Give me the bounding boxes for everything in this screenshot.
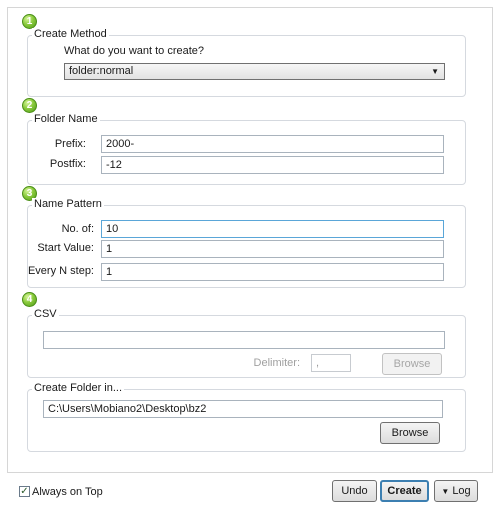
create-button[interactable]: Create [380,480,429,502]
delimiter-label: Delimiter: [253,357,300,369]
name-pattern-legend: Name Pattern [32,198,104,211]
step-4-badge: 4 [22,292,37,307]
start-value-label: Start Value: [37,242,94,254]
create-folder-in-legend: Create Folder in... [32,382,125,395]
target-folder-browse-button[interactable]: Browse [380,422,440,444]
no-of-label: No. of: [61,223,94,235]
prefix-input[interactable]: 2000- [101,135,444,153]
no-of-input[interactable]: 10 [101,220,444,238]
always-on-top-checkbox[interactable]: ✓ [19,486,30,497]
csv-browse-button[interactable]: Browse [382,353,442,375]
step-1-badge: 1 [22,14,37,29]
log-button-label: Log [452,485,471,497]
csv-legend: CSV [32,308,59,321]
target-folder-input[interactable]: C:\Users\Mobiano2\Desktop\bz2 [43,400,443,418]
postfix-label: Postfix: [49,158,86,170]
step-2-badge: 2 [22,98,37,113]
start-value-input[interactable]: 1 [101,240,444,258]
every-n-step-input[interactable]: 1 [101,263,444,281]
create-method-selected-value: folder:normal [69,65,134,77]
checkmark-icon: ✓ [20,486,29,497]
undo-button[interactable]: Undo [332,480,377,502]
every-n-step-label: Every N step: [27,265,94,277]
log-dropdown-icon: ▼ [441,487,450,496]
folder-name-legend: Folder Name [32,113,100,126]
dropdown-arrow-icon: ▼ [431,67,439,76]
always-on-top-label: Always on Top [32,486,103,498]
create-method-legend: Create Method [32,28,109,41]
postfix-input[interactable]: -12 [101,156,444,174]
delimiter-input[interactable]: , [311,354,351,372]
create-method-select[interactable]: folder:normal ▼ [64,63,445,80]
log-button[interactable]: ▼ Log [434,480,478,502]
create-method-question: What do you want to create? [64,45,205,57]
prefix-label: Prefix: [54,138,86,150]
csv-path-input[interactable] [43,331,445,349]
